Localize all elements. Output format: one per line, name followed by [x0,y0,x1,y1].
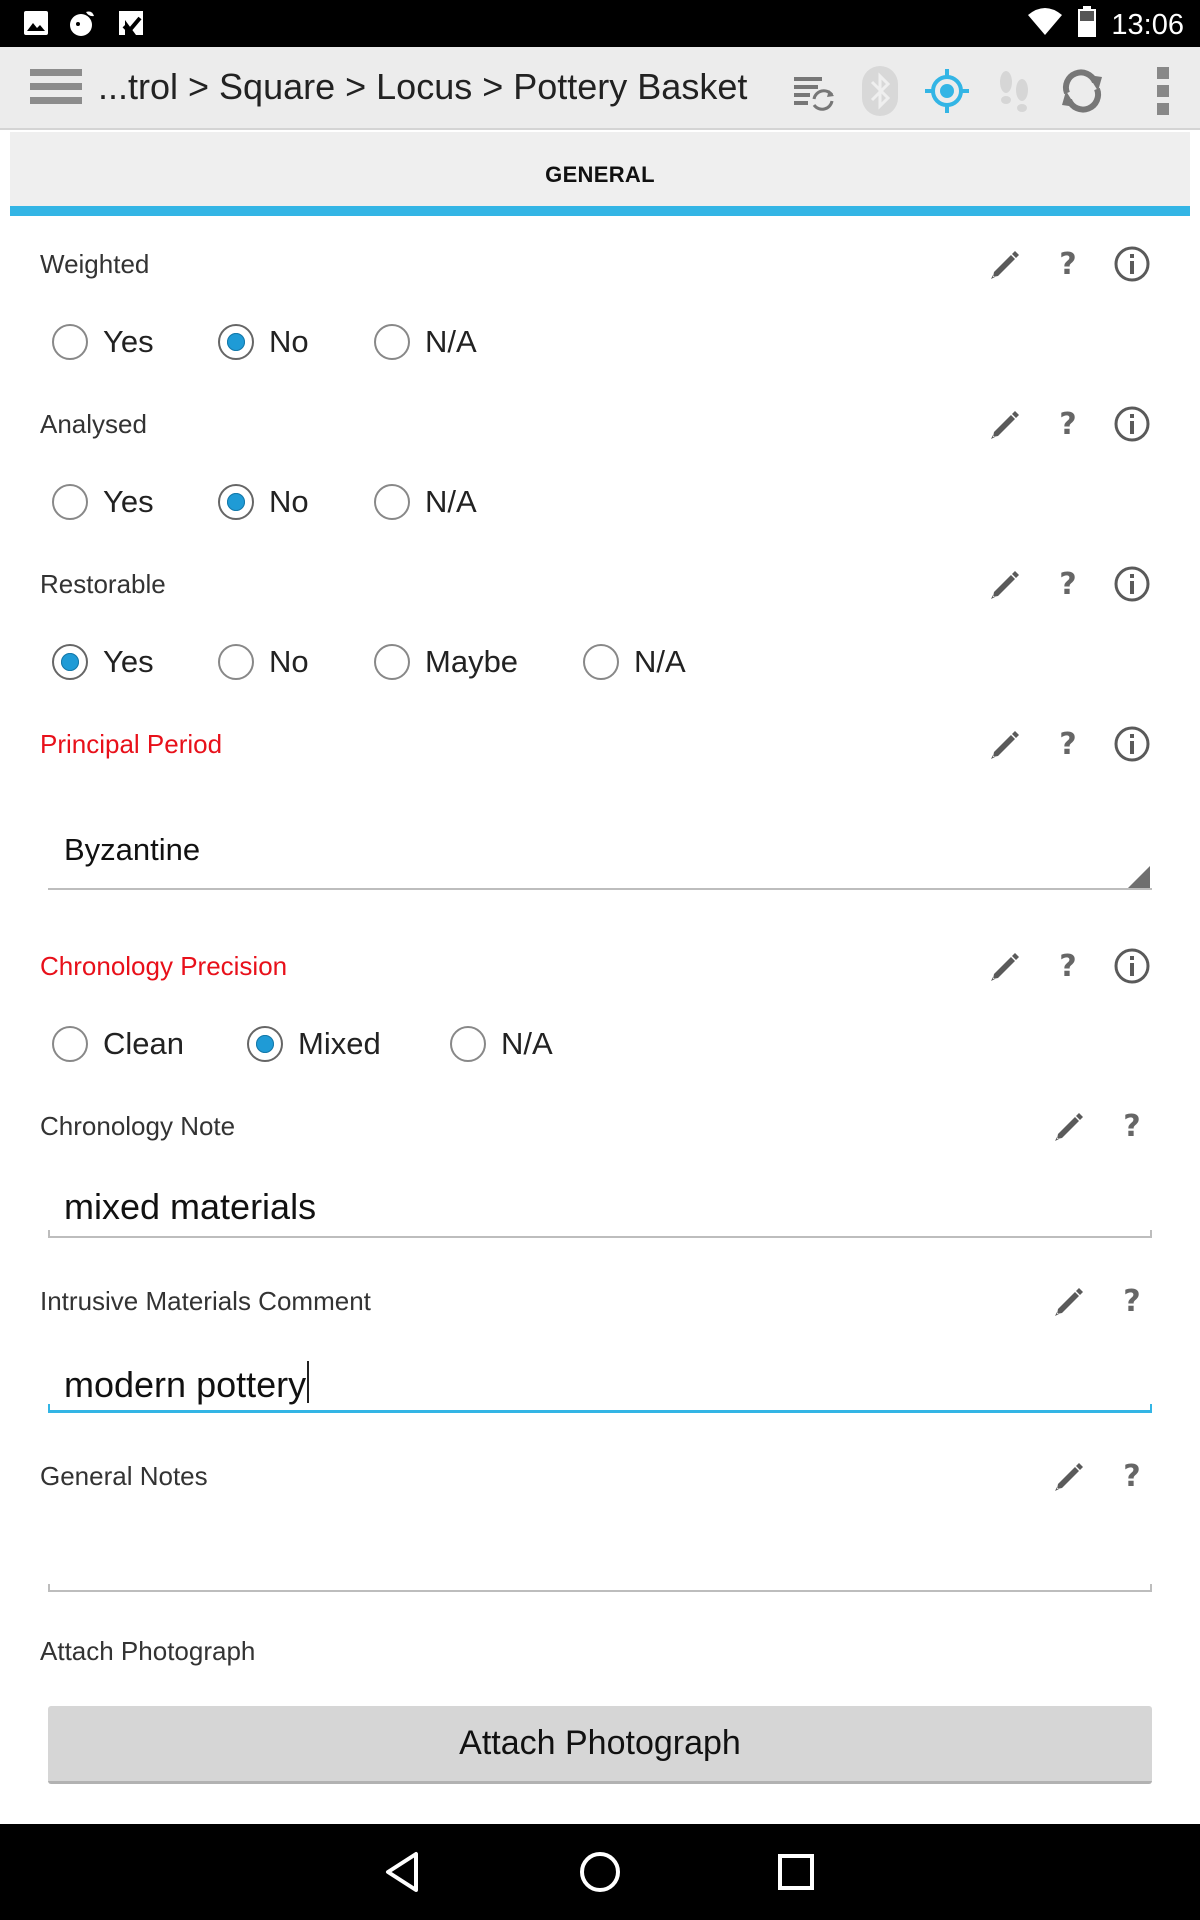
general-notes-input[interactable] [48,1526,1152,1592]
intrusive-materials-comment-label: Intrusive Materials Comment [40,1286,371,1316]
wifi-icon [1027,7,1063,42]
home-icon[interactable] [576,1848,624,1896]
weighted-option-na[interactable]: N/A [374,324,477,360]
analysed-radio-group: Yes No N/A [52,484,477,520]
help-icon[interactable]: ? [1112,1106,1152,1146]
restorable-actions: ? [960,564,1152,604]
info-icon[interactable] [1112,244,1152,284]
intrusive-materials-comment-actions: ? [1024,1281,1152,1321]
bluetooth-icon[interactable] [860,65,900,122]
principal-period-value: Byzantine [64,832,201,867]
recents-icon[interactable] [772,1848,820,1896]
restorable-option-no[interactable]: No [218,644,374,680]
back-icon[interactable] [380,1848,428,1896]
general-notes-label: General Notes [40,1461,208,1491]
app-bar: ...trol > Square > Locus > Pottery Baske… [0,47,1200,130]
text-caret [307,1361,310,1403]
help-icon[interactable]: ? [1048,244,1088,284]
refresh-icon[interactable] [1058,67,1106,120]
weighted-option-yes[interactable]: Yes [52,324,218,360]
chronology-precision-radio-group: Clean Mixed N/A [52,1026,553,1062]
restorable-option-yes[interactable]: Yes [52,644,218,680]
chronology-precision-label: Chronology Precision [40,951,288,981]
help-icon[interactable]: ? [1112,1281,1152,1321]
weighted-label: Weighted [40,249,150,279]
edit-pencil-icon[interactable] [984,244,1024,284]
help-icon[interactable]: ? [1048,564,1088,604]
info-icon[interactable] [1112,946,1152,986]
weighted-option-no[interactable]: No [218,324,374,360]
form-content: Weighted ? Yes No N/A Analysed ? Yes No … [10,216,1190,1824]
analysed-actions: ? [960,404,1152,444]
info-icon[interactable] [1112,724,1152,764]
chronology-note-actions: ? [1024,1106,1152,1146]
analysed-option-na[interactable]: N/A [374,484,477,520]
sync-list-icon[interactable] [792,71,836,116]
navigation-bar [0,1824,1200,1920]
restorable-label: Restorable [40,569,166,599]
gps-icon[interactable] [924,68,970,119]
dropdown-triangle-icon [1128,866,1150,888]
help-icon[interactable]: ? [1048,724,1088,764]
chronology-precision-actions: ? [960,946,1152,986]
status-time: 13:06 [1111,8,1184,41]
intrusive-materials-comment-value: modern pottery [64,1364,307,1405]
edit-pencil-icon[interactable] [1048,1281,1088,1321]
edit-pencil-icon[interactable] [984,724,1024,764]
weighted-actions: ? [960,244,1152,284]
restorable-option-maybe[interactable]: Maybe [374,644,583,680]
edit-pencil-icon[interactable] [984,946,1024,986]
status-bar: 13:06 [0,0,1200,47]
check-flag-icon [116,8,146,43]
attach-photograph-label: Attach Photograph [40,1636,256,1666]
help-icon[interactable]: ? [1048,946,1088,986]
edit-pencil-icon[interactable] [984,564,1024,604]
restorable-option-na[interactable]: N/A [583,644,686,680]
chronology-note-label: Chronology Note [40,1111,236,1141]
tab-indicator [10,206,1190,216]
notification-app-icon [68,8,98,43]
tab-bar: GENERAL [10,132,1190,216]
chronology-note-value: mixed materials [64,1186,317,1227]
drawer-menu-icon[interactable] [30,69,82,109]
principal-period-label: Principal Period [40,729,223,759]
edit-pencil-icon[interactable] [1048,1106,1088,1146]
help-icon[interactable]: ? [1048,404,1088,444]
tab-general[interactable]: GENERAL [10,162,1190,188]
chronology-note-input[interactable]: mixed materials [48,1176,1152,1238]
general-notes-actions: ? [1024,1456,1152,1496]
analysed-option-no[interactable]: No [218,484,374,520]
chronology-precision-option-na[interactable]: N/A [450,1026,553,1062]
chronology-precision-option-clean[interactable]: Clean [52,1026,247,1062]
principal-period-actions: ? [960,724,1152,764]
intrusive-materials-comment-input[interactable]: modern pottery [48,1351,1152,1413]
info-icon[interactable] [1112,564,1152,604]
image-icon [22,9,50,42]
edit-pencil-icon[interactable] [984,404,1024,444]
principal-period-select[interactable]: Byzantine [48,806,1152,890]
restorable-radio-group: Yes No Maybe N/A [52,644,686,680]
chronology-precision-option-mixed[interactable]: Mixed [247,1026,450,1062]
edit-pencil-icon[interactable] [1048,1456,1088,1496]
info-icon[interactable] [1112,404,1152,444]
overflow-menu-icon[interactable] [1156,66,1170,121]
breadcrumb[interactable]: ...trol > Square > Locus > Pottery Baske… [98,66,747,108]
analysed-label: Analysed [40,409,147,439]
battery-icon [1077,6,1097,43]
weighted-radio-group: Yes No N/A [52,324,477,360]
help-icon[interactable]: ? [1112,1456,1152,1496]
attach-photograph-button[interactable]: Attach Photograph [48,1706,1152,1784]
analysed-option-yes[interactable]: Yes [52,484,218,520]
footsteps-icon[interactable] [994,68,1034,119]
